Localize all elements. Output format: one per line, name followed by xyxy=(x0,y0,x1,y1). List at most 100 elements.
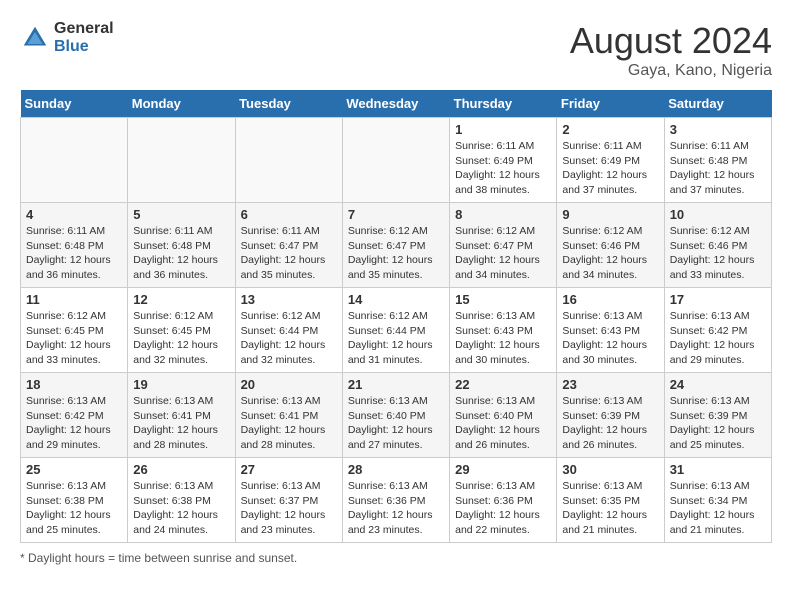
calendar-cell: 19 Sunrise: 6:13 AMSunset: 6:41 PMDaylig… xyxy=(128,373,235,458)
day-number: 21 xyxy=(348,377,444,392)
day-info: Sunrise: 6:13 AMSunset: 6:43 PMDaylight:… xyxy=(562,309,658,368)
day-number: 7 xyxy=(348,207,444,222)
logo-icon xyxy=(20,23,50,53)
day-info: Sunrise: 6:12 AMSunset: 6:44 PMDaylight:… xyxy=(241,309,337,368)
day-info: Sunrise: 6:13 AMSunset: 6:42 PMDaylight:… xyxy=(670,309,766,368)
calendar-cell: 13 Sunrise: 6:12 AMSunset: 6:44 PMDaylig… xyxy=(235,288,342,373)
calendar-cell: 5 Sunrise: 6:11 AMSunset: 6:48 PMDayligh… xyxy=(128,203,235,288)
day-number: 22 xyxy=(455,377,551,392)
title-section: August 2024 Gaya, Kano, Nigeria xyxy=(570,20,772,80)
day-info: Sunrise: 6:12 AMSunset: 6:45 PMDaylight:… xyxy=(26,309,122,368)
day-info: Sunrise: 6:11 AMSunset: 6:48 PMDaylight:… xyxy=(26,224,122,283)
page-header: General Blue August 2024 Gaya, Kano, Nig… xyxy=(20,20,772,80)
day-number: 8 xyxy=(455,207,551,222)
day-info: Sunrise: 6:13 AMSunset: 6:39 PMDaylight:… xyxy=(562,394,658,453)
day-info: Sunrise: 6:11 AMSunset: 6:48 PMDaylight:… xyxy=(133,224,229,283)
day-info: Sunrise: 6:12 AMSunset: 6:45 PMDaylight:… xyxy=(133,309,229,368)
header-friday: Friday xyxy=(557,90,664,118)
calendar-cell: 23 Sunrise: 6:13 AMSunset: 6:39 PMDaylig… xyxy=(557,373,664,458)
calendar-cell: 31 Sunrise: 6:13 AMSunset: 6:34 PMDaylig… xyxy=(664,458,771,543)
calendar-week-4: 18 Sunrise: 6:13 AMSunset: 6:42 PMDaylig… xyxy=(21,373,772,458)
header-thursday: Thursday xyxy=(450,90,557,118)
day-info: Sunrise: 6:13 AMSunset: 6:39 PMDaylight:… xyxy=(670,394,766,453)
calendar-cell: 1 Sunrise: 6:11 AMSunset: 6:49 PMDayligh… xyxy=(450,118,557,203)
calendar-cell: 29 Sunrise: 6:13 AMSunset: 6:36 PMDaylig… xyxy=(450,458,557,543)
calendar-cell: 30 Sunrise: 6:13 AMSunset: 6:35 PMDaylig… xyxy=(557,458,664,543)
day-number: 6 xyxy=(241,207,337,222)
calendar-cell: 2 Sunrise: 6:11 AMSunset: 6:49 PMDayligh… xyxy=(557,118,664,203)
calendar-cell xyxy=(342,118,449,203)
calendar-cell: 14 Sunrise: 6:12 AMSunset: 6:44 PMDaylig… xyxy=(342,288,449,373)
calendar-cell: 9 Sunrise: 6:12 AMSunset: 6:46 PMDayligh… xyxy=(557,203,664,288)
day-number: 19 xyxy=(133,377,229,392)
day-number: 13 xyxy=(241,292,337,307)
calendar-cell: 16 Sunrise: 6:13 AMSunset: 6:43 PMDaylig… xyxy=(557,288,664,373)
header-saturday: Saturday xyxy=(664,90,771,118)
calendar-week-5: 25 Sunrise: 6:13 AMSunset: 6:38 PMDaylig… xyxy=(21,458,772,543)
day-number: 20 xyxy=(241,377,337,392)
day-number: 3 xyxy=(670,122,766,137)
day-info: Sunrise: 6:13 AMSunset: 6:38 PMDaylight:… xyxy=(133,479,229,538)
calendar-cell: 22 Sunrise: 6:13 AMSunset: 6:40 PMDaylig… xyxy=(450,373,557,458)
day-info: Sunrise: 6:12 AMSunset: 6:46 PMDaylight:… xyxy=(562,224,658,283)
day-info: Sunrise: 6:11 AMSunset: 6:47 PMDaylight:… xyxy=(241,224,337,283)
day-info: Sunrise: 6:11 AMSunset: 6:49 PMDaylight:… xyxy=(455,139,551,198)
day-number: 26 xyxy=(133,462,229,477)
day-info: Sunrise: 6:13 AMSunset: 6:42 PMDaylight:… xyxy=(26,394,122,453)
header-tuesday: Tuesday xyxy=(235,90,342,118)
day-number: 15 xyxy=(455,292,551,307)
day-info: Sunrise: 6:13 AMSunset: 6:41 PMDaylight:… xyxy=(241,394,337,453)
calendar-cell: 6 Sunrise: 6:11 AMSunset: 6:47 PMDayligh… xyxy=(235,203,342,288)
footer-note: * Daylight hours = time between sunrise … xyxy=(20,551,772,565)
day-info: Sunrise: 6:13 AMSunset: 6:38 PMDaylight:… xyxy=(26,479,122,538)
calendar-cell: 7 Sunrise: 6:12 AMSunset: 6:47 PMDayligh… xyxy=(342,203,449,288)
day-info: Sunrise: 6:13 AMSunset: 6:36 PMDaylight:… xyxy=(455,479,551,538)
day-number: 5 xyxy=(133,207,229,222)
calendar-table: SundayMondayTuesdayWednesdayThursdayFrid… xyxy=(20,90,772,543)
day-info: Sunrise: 6:12 AMSunset: 6:47 PMDaylight:… xyxy=(348,224,444,283)
day-number: 27 xyxy=(241,462,337,477)
calendar-cell: 24 Sunrise: 6:13 AMSunset: 6:39 PMDaylig… xyxy=(664,373,771,458)
calendar-cell: 15 Sunrise: 6:13 AMSunset: 6:43 PMDaylig… xyxy=(450,288,557,373)
logo-blue-text: Blue xyxy=(54,38,114,56)
day-info: Sunrise: 6:13 AMSunset: 6:43 PMDaylight:… xyxy=(455,309,551,368)
day-number: 14 xyxy=(348,292,444,307)
header-sunday: Sunday xyxy=(21,90,128,118)
calendar-cell: 17 Sunrise: 6:13 AMSunset: 6:42 PMDaylig… xyxy=(664,288,771,373)
day-number: 31 xyxy=(670,462,766,477)
calendar-cell: 4 Sunrise: 6:11 AMSunset: 6:48 PMDayligh… xyxy=(21,203,128,288)
calendar-cell: 25 Sunrise: 6:13 AMSunset: 6:38 PMDaylig… xyxy=(21,458,128,543)
calendar-cell: 28 Sunrise: 6:13 AMSunset: 6:36 PMDaylig… xyxy=(342,458,449,543)
day-number: 9 xyxy=(562,207,658,222)
day-number: 30 xyxy=(562,462,658,477)
calendar-week-1: 1 Sunrise: 6:11 AMSunset: 6:49 PMDayligh… xyxy=(21,118,772,203)
day-info: Sunrise: 6:13 AMSunset: 6:37 PMDaylight:… xyxy=(241,479,337,538)
calendar-week-2: 4 Sunrise: 6:11 AMSunset: 6:48 PMDayligh… xyxy=(21,203,772,288)
day-info: Sunrise: 6:12 AMSunset: 6:46 PMDaylight:… xyxy=(670,224,766,283)
day-info: Sunrise: 6:11 AMSunset: 6:48 PMDaylight:… xyxy=(670,139,766,198)
calendar-cell: 12 Sunrise: 6:12 AMSunset: 6:45 PMDaylig… xyxy=(128,288,235,373)
header-monday: Monday xyxy=(128,90,235,118)
calendar-cell: 10 Sunrise: 6:12 AMSunset: 6:46 PMDaylig… xyxy=(664,203,771,288)
calendar-header-row: SundayMondayTuesdayWednesdayThursdayFrid… xyxy=(21,90,772,118)
location: Gaya, Kano, Nigeria xyxy=(570,62,772,80)
logo: General Blue xyxy=(20,20,114,55)
calendar-cell: 27 Sunrise: 6:13 AMSunset: 6:37 PMDaylig… xyxy=(235,458,342,543)
calendar-cell: 18 Sunrise: 6:13 AMSunset: 6:42 PMDaylig… xyxy=(21,373,128,458)
day-info: Sunrise: 6:13 AMSunset: 6:40 PMDaylight:… xyxy=(348,394,444,453)
day-number: 23 xyxy=(562,377,658,392)
day-number: 12 xyxy=(133,292,229,307)
day-number: 25 xyxy=(26,462,122,477)
day-number: 18 xyxy=(26,377,122,392)
calendar-cell xyxy=(235,118,342,203)
calendar-cell: 11 Sunrise: 6:12 AMSunset: 6:45 PMDaylig… xyxy=(21,288,128,373)
day-number: 11 xyxy=(26,292,122,307)
day-number: 29 xyxy=(455,462,551,477)
calendar-cell: 20 Sunrise: 6:13 AMSunset: 6:41 PMDaylig… xyxy=(235,373,342,458)
day-info: Sunrise: 6:13 AMSunset: 6:34 PMDaylight:… xyxy=(670,479,766,538)
calendar-week-3: 11 Sunrise: 6:12 AMSunset: 6:45 PMDaylig… xyxy=(21,288,772,373)
calendar-cell xyxy=(21,118,128,203)
day-info: Sunrise: 6:13 AMSunset: 6:40 PMDaylight:… xyxy=(455,394,551,453)
day-info: Sunrise: 6:11 AMSunset: 6:49 PMDaylight:… xyxy=(562,139,658,198)
day-number: 2 xyxy=(562,122,658,137)
